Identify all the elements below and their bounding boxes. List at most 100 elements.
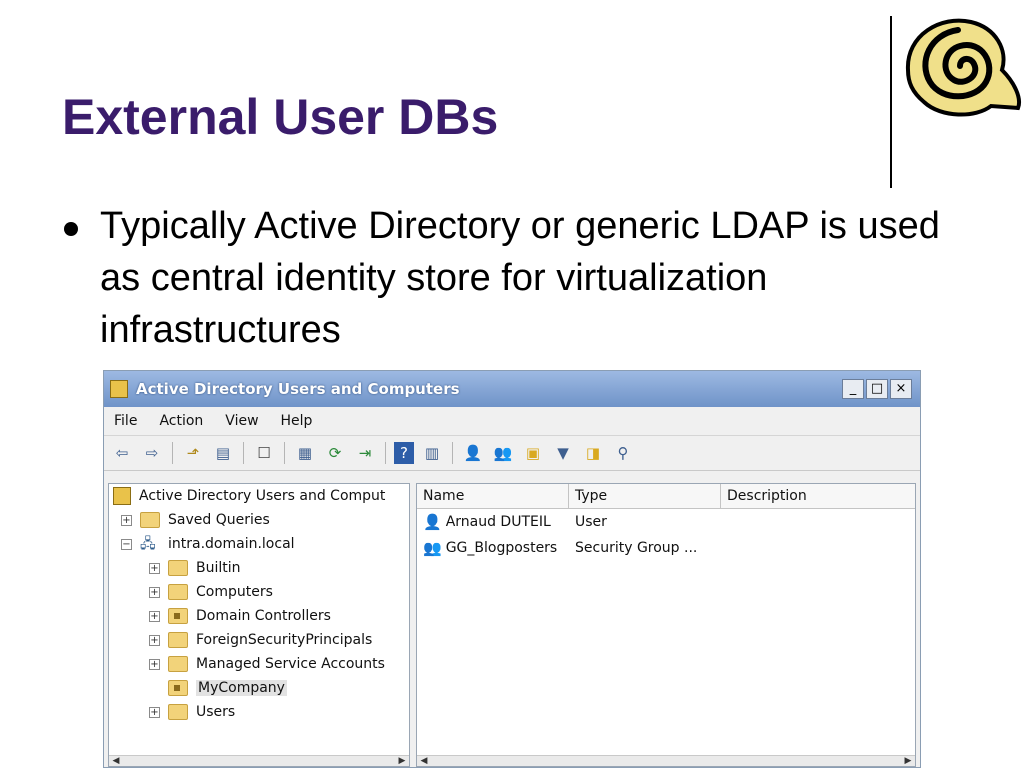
add-group-icon[interactable]: 👥 xyxy=(491,442,515,464)
close-button[interactable]: × xyxy=(890,379,912,399)
list-cell-name: 👤 Arnaud DUTEIL xyxy=(417,513,569,531)
find-icon[interactable]: ◨ xyxy=(581,442,605,464)
expand-icon[interactable]: + xyxy=(149,586,160,598)
list-cell-type: User xyxy=(575,514,607,530)
view-icon[interactable]: ▥ xyxy=(420,442,444,464)
column-header-type[interactable]: Type xyxy=(569,484,721,508)
folder-icon xyxy=(140,512,160,528)
window-controls: _ □ × xyxy=(842,379,920,399)
aduc-window: Active Directory Users and Computers _ □… xyxy=(103,370,921,768)
folder-icon xyxy=(168,560,188,576)
show-tree-icon[interactable]: ▤ xyxy=(211,442,235,464)
aduc-root-icon xyxy=(113,487,131,505)
tree-item-users[interactable]: + Users xyxy=(109,700,409,724)
minimize-button[interactable]: _ xyxy=(842,379,864,399)
expand-icon[interactable]: + xyxy=(149,562,160,574)
folder-icon xyxy=(168,704,188,720)
user-icon: 👤 xyxy=(423,513,442,531)
tree-item-label: Saved Queries xyxy=(168,512,270,528)
scroll-right-icon[interactable]: ▶ xyxy=(901,756,915,766)
column-header-description[interactable]: Description xyxy=(721,484,903,508)
list-item-name: Arnaud DUTEIL xyxy=(445,514,551,530)
folder-icon xyxy=(168,632,188,648)
tree-item-label: MyCompany xyxy=(196,680,287,696)
expand-icon[interactable]: + xyxy=(149,634,160,646)
menu-file[interactable]: File xyxy=(114,413,137,429)
list-cell-type: Security Group ... xyxy=(575,540,698,556)
maximize-button[interactable]: □ xyxy=(866,379,888,399)
tree-item-label: Managed Service Accounts xyxy=(196,656,385,672)
bullet-list: Typically Active Directory or generic LD… xyxy=(62,200,982,356)
list-item[interactable]: 👥 GG_Blogposters Security Group ... xyxy=(417,535,915,561)
bullet-text: Typically Active Directory or generic LD… xyxy=(100,205,940,351)
tree-item-label: Active Directory Users and Comput xyxy=(139,488,386,504)
column-header-name[interactable]: Name xyxy=(417,484,569,508)
delete-icon[interactable]: ☐ xyxy=(252,442,276,464)
tree-pane: Active Directory Users and Comput + Save… xyxy=(108,483,410,767)
tree-item-domain[interactable]: − 🖧 intra.domain.local xyxy=(109,532,409,556)
tree-item-computers[interactable]: + Computers xyxy=(109,580,409,604)
expand-icon[interactable]: + xyxy=(149,658,160,670)
tree-item-label: intra.domain.local xyxy=(168,536,295,552)
scroll-left-icon[interactable]: ◀ xyxy=(109,756,123,766)
menu-view[interactable]: View xyxy=(225,413,258,429)
tree-item-managed-service-accounts[interactable]: + Managed Service Accounts xyxy=(109,652,409,676)
bullet-point-icon xyxy=(64,222,78,236)
menu-help[interactable]: Help xyxy=(281,413,313,429)
slide-title: External User DBs xyxy=(62,89,499,145)
back-icon[interactable]: ⇦ xyxy=(110,442,134,464)
tree-item-label: Users xyxy=(196,704,236,720)
up-icon[interactable]: ⬏ xyxy=(181,442,205,464)
ou-folder-icon xyxy=(168,680,188,696)
properties-icon[interactable]: ▦ xyxy=(293,442,317,464)
tree-item-builtin[interactable]: + Builtin xyxy=(109,556,409,580)
tree-item-foreign-security-principals[interactable]: + ForeignSecurityPrincipals xyxy=(109,628,409,652)
toolbar-separator xyxy=(452,442,453,464)
expand-icon[interactable]: + xyxy=(149,610,160,622)
tree-item-label: Domain Controllers xyxy=(196,608,331,624)
scroll-left-icon[interactable]: ◀ xyxy=(417,756,431,766)
folder-icon xyxy=(168,584,188,600)
list-item[interactable]: 👤 Arnaud DUTEIL User xyxy=(417,509,915,535)
aduc-app-icon xyxy=(110,380,128,398)
domain-icon: 🖧 xyxy=(140,536,156,552)
refresh-icon[interactable]: ⟳ xyxy=(323,442,347,464)
toolbar: ⇦ ⇨ ⬏ ▤ ☐ ▦ ⟳ ⇥ ? ▥ 👤 👥 ▣ ▼ ◨ ⚲ xyxy=(104,435,920,471)
toolbar-separator xyxy=(172,442,173,464)
ou-folder-icon xyxy=(168,608,188,624)
filter-icon[interactable]: ▼ xyxy=(551,442,575,464)
expand-icon[interactable]: + xyxy=(149,706,160,718)
tree-item-label: Computers xyxy=(196,584,273,600)
export-icon[interactable]: ⇥ xyxy=(353,442,377,464)
tree-horizontal-scrollbar[interactable]: ◀ ▶ xyxy=(109,755,409,766)
tree-item-domain-controllers[interactable]: + Domain Controllers xyxy=(109,604,409,628)
menu-action[interactable]: Action xyxy=(159,413,203,429)
list-item-name: GG_Blogposters xyxy=(445,540,558,556)
toolbar-separator xyxy=(284,442,285,464)
list-pane: Name Type Description 👤 Arnaud DUTEIL Us… xyxy=(416,483,916,767)
toolbar-separator xyxy=(243,442,244,464)
title-divider xyxy=(890,16,892,188)
list-cell-name: 👥 GG_Blogposters xyxy=(417,539,569,557)
tree-item-label: Builtin xyxy=(196,560,241,576)
group-icon: 👥 xyxy=(423,539,442,557)
window-titlebar[interactable]: Active Directory Users and Computers _ □… xyxy=(104,371,920,407)
tree-item-mycompany[interactable]: MyCompany xyxy=(109,676,409,700)
spiral-shell-logo xyxy=(905,18,1021,117)
add-ou-icon[interactable]: ▣ xyxy=(521,442,545,464)
list-horizontal-scrollbar[interactable]: ◀ ▶ xyxy=(417,755,915,766)
delegate-icon[interactable]: ⚲ xyxy=(611,442,635,464)
tree-item-root[interactable]: Active Directory Users and Comput xyxy=(109,484,409,508)
tree-item-saved-queries[interactable]: + Saved Queries xyxy=(109,508,409,532)
tree-item-label: ForeignSecurityPrincipals xyxy=(196,632,373,648)
help-icon[interactable]: ? xyxy=(394,442,414,464)
scroll-right-icon[interactable]: ▶ xyxy=(395,756,409,766)
toolbar-separator xyxy=(385,442,386,464)
content-area: Active Directory Users and Comput + Save… xyxy=(108,483,916,767)
column-header-row: Name Type Description xyxy=(417,484,915,509)
add-user-icon[interactable]: 👤 xyxy=(461,442,485,464)
forward-icon[interactable]: ⇨ xyxy=(140,442,164,464)
collapse-icon[interactable]: − xyxy=(121,538,132,550)
folder-icon xyxy=(168,656,188,672)
expand-icon[interactable]: + xyxy=(121,514,132,526)
